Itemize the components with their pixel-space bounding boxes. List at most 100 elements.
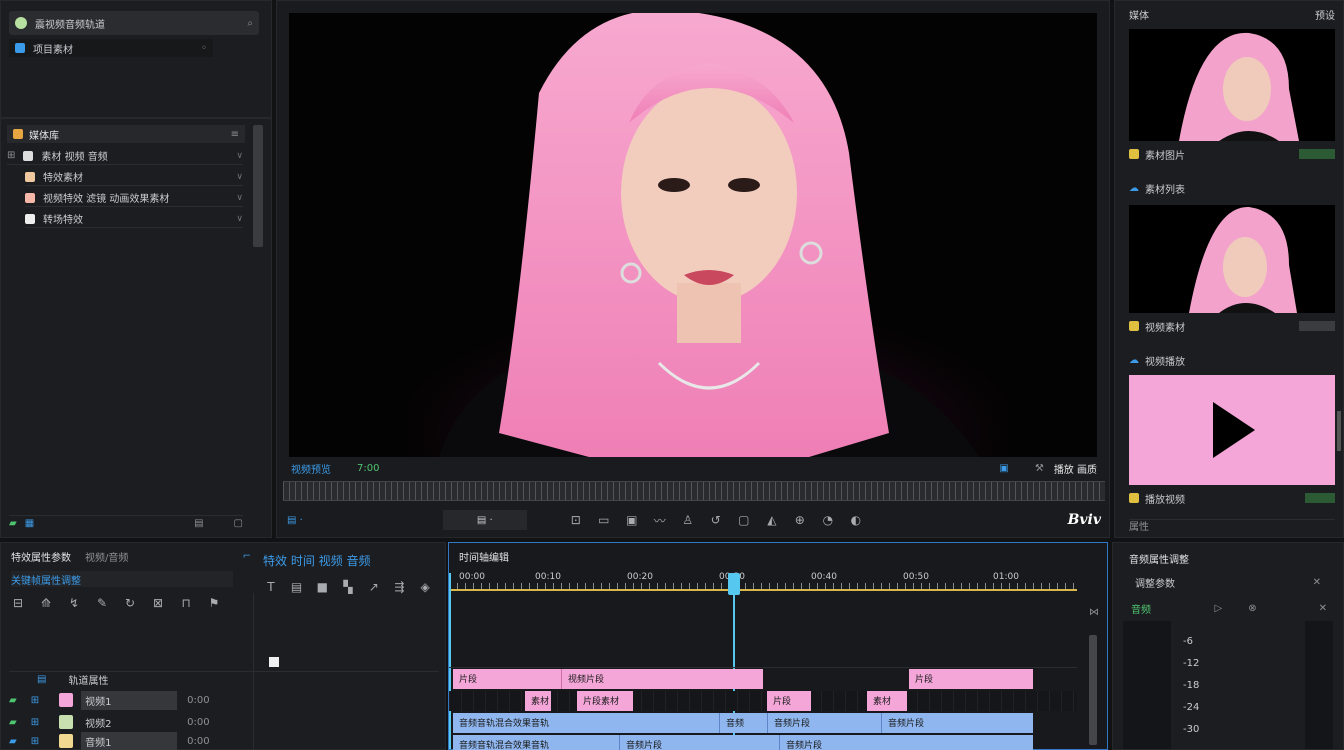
- solo-icon[interactable]: ⊗: [1248, 603, 1256, 614]
- thumbnail-1[interactable]: [1129, 29, 1335, 141]
- shield-icon[interactable]: ▢: [735, 511, 753, 529]
- speed-tool-icon[interactable]: ⇶: [392, 578, 408, 596]
- motion-tool-icon[interactable]: ↗: [366, 578, 382, 596]
- sub-item[interactable]: 项目素材 ◦: [9, 39, 213, 57]
- library-item[interactable]: ⊞ 素材 视频 音频 ∨: [7, 147, 243, 165]
- eye-icon[interactable]: ▰: [9, 736, 17, 747]
- lock-track-icon[interactable]: ⊞: [31, 736, 39, 747]
- color-tool-icon[interactable]: ◈: [417, 578, 433, 596]
- video-clip[interactable]: 片段: [767, 691, 811, 711]
- wrench-icon[interactable]: ⚒: [1035, 463, 1044, 474]
- audio-clip[interactable]: 音频音轨混合效果音轨: [453, 735, 1033, 750]
- audio-clip[interactable]: 音频: [719, 713, 747, 733]
- flag-icon[interactable]: ⚑: [205, 594, 223, 612]
- filter-icon: [25, 192, 35, 203]
- tab-media[interactable]: 媒体: [1129, 7, 1315, 22]
- video-clip[interactable]: 素材: [525, 691, 551, 711]
- chevron-down-icon[interactable]: ∨: [236, 193, 243, 203]
- toggle-icon[interactable]: ◦: [201, 43, 207, 54]
- pen-icon[interactable]: ✎: [93, 594, 111, 612]
- menu-icon[interactable]: ≡: [231, 129, 239, 140]
- timeline-scrollbar[interactable]: [1089, 635, 1097, 745]
- zoom-dropdown[interactable]: ▤ ·: [442, 510, 527, 530]
- library-item[interactable]: 特效素材 ∨: [25, 168, 243, 186]
- pie-icon[interactable]: ◔: [819, 511, 837, 529]
- trash-icon[interactable]: ▢: [234, 518, 243, 529]
- video-play-tile[interactable]: [1129, 375, 1335, 485]
- text-tool-icon[interactable]: T: [263, 578, 279, 596]
- in-marker[interactable]: [449, 573, 451, 749]
- audio-clip[interactable]: 音频片段: [779, 735, 899, 750]
- channel-strip-left[interactable]: [1123, 621, 1171, 749]
- rotate-icon[interactable]: ↺: [707, 511, 725, 529]
- tab-presets[interactable]: 预设: [1315, 7, 1335, 22]
- target-icon[interactable]: ⊕: [791, 511, 809, 529]
- library-footer: ▰ ▦ ▤ ▢: [9, 515, 243, 531]
- thumbnail-2[interactable]: [1129, 205, 1335, 313]
- track-row[interactable]: ▰ ⊞ 视频2 0:00: [9, 713, 439, 731]
- mask-icon[interactable]: ⊠: [149, 594, 167, 612]
- video-clip[interactable]: 片段素材: [577, 691, 633, 711]
- settings-icon[interactable]: ▤ ·: [287, 515, 303, 526]
- audio-clip[interactable]: 音频片段: [619, 735, 739, 750]
- video-preview[interactable]: [289, 13, 1097, 457]
- fill-tool-icon[interactable]: ■: [314, 578, 330, 596]
- timeline-ruler[interactable]: 00:00 00:10 00:20 00:30 00:40 00:50 01:0…: [449, 569, 1077, 591]
- pin-icon[interactable]: ⌐: [243, 551, 251, 562]
- list-icon[interactable]: ▤: [194, 518, 203, 529]
- chevron-down-icon[interactable]: ∨: [236, 172, 243, 182]
- transition-icon: [25, 213, 35, 224]
- curve-icon[interactable]: 〰: [651, 511, 669, 529]
- link-icon[interactable]: ⌕: [247, 18, 253, 29]
- close-icon[interactable]: ✕: [1313, 577, 1321, 588]
- eye-icon[interactable]: ▰: [9, 695, 17, 706]
- person-icon[interactable]: ♙: [679, 511, 697, 529]
- graph-icon[interactable]: ⟰: [37, 594, 55, 612]
- screen-icon[interactable]: ▣: [623, 511, 641, 529]
- crop-tool-icon[interactable]: ▚: [340, 578, 356, 596]
- video-clip[interactable]: 片段: [909, 669, 1033, 689]
- media-icon: [23, 150, 34, 161]
- audio-clip[interactable]: 音频片段: [767, 713, 861, 733]
- effects-subtitle: 视频/音频: [85, 552, 129, 564]
- video-clip[interactable]: 素材: [867, 691, 907, 711]
- play-icon[interactable]: [1207, 400, 1257, 460]
- track-row[interactable]: ▰ ⊞ 视频1 0:00: [9, 690, 439, 710]
- expand-icon[interactable]: ⊞: [7, 150, 15, 161]
- shape-tool-icon[interactable]: ▤: [289, 578, 305, 596]
- chart-icon[interactable]: ◭: [763, 511, 781, 529]
- crop-icon[interactable]: ⊡: [567, 511, 585, 529]
- zoom-icon[interactable]: ⋈: [1089, 607, 1099, 618]
- library-item[interactable]: 视频特效 滤镜 动画效果素材 ∨: [25, 189, 243, 207]
- add-icon[interactable]: ▰: [9, 518, 17, 529]
- ease-icon[interactable]: ↯: [65, 594, 83, 612]
- chevron-down-icon[interactable]: ∨: [236, 214, 243, 224]
- camera-icon[interactable]: ▣: [999, 463, 1008, 474]
- eye-icon[interactable]: ▰: [9, 717, 17, 728]
- track-row[interactable]: ▰ ⊞ 音频1 0:00: [9, 731, 439, 750]
- video-clip[interactable]: 视频片段: [561, 669, 609, 689]
- chevron-down-icon[interactable]: ∨: [236, 151, 243, 161]
- lock-icon[interactable]: ⊓: [177, 594, 195, 612]
- playhead-handle[interactable]: [728, 573, 740, 595]
- record-icon[interactable]: ◐: [847, 511, 865, 529]
- channel-strip-right[interactable]: [1305, 621, 1333, 749]
- checkbox[interactable]: [269, 657, 279, 667]
- mixer-header: 音频属性调整: [1129, 551, 1329, 566]
- lock-track-icon[interactable]: ⊞: [31, 717, 39, 728]
- timeline-header: 时间轴编辑: [459, 549, 759, 564]
- grid-icon[interactable]: ▦: [25, 518, 194, 529]
- playback-quality-label[interactable]: 播放 画质: [1054, 461, 1097, 476]
- settings-icon[interactable]: ✕: [1319, 603, 1327, 614]
- lock-track-icon[interactable]: ⊞: [31, 695, 39, 706]
- loop-icon[interactable]: ↻: [121, 594, 139, 612]
- library-scrollbar[interactable]: [253, 125, 263, 247]
- audio-clip[interactable]: 音频片段: [881, 713, 1033, 733]
- library-item[interactable]: 转场特效 ∨: [25, 210, 243, 228]
- scrubber-bar[interactable]: [283, 481, 1105, 501]
- frame-icon[interactable]: ▭: [595, 511, 613, 529]
- right-scrollbar[interactable]: [1337, 411, 1341, 451]
- mute-icon[interactable]: ▷: [1215, 603, 1223, 614]
- project-item[interactable]: 震视频音频轨道 ⌕: [9, 11, 259, 35]
- keyframe-icon[interactable]: ⊟: [9, 594, 27, 612]
